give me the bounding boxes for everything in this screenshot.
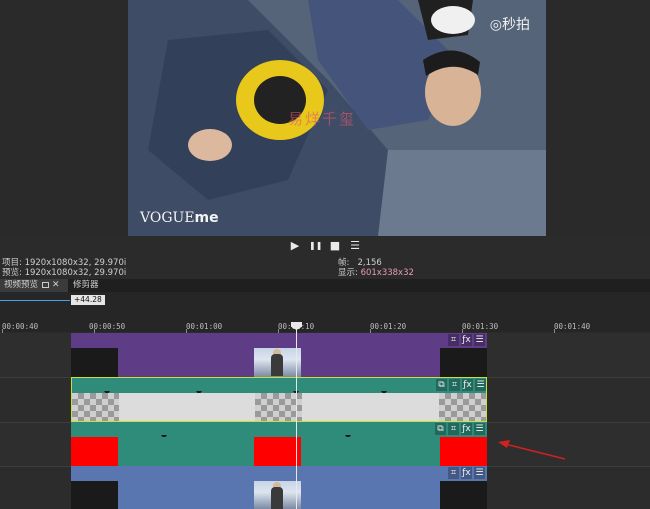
- clip-body[interactable]: [72, 393, 486, 421]
- fx-icon[interactable]: ƒx: [461, 423, 472, 435]
- clip-header[interactable]: ⧉ ⌗ ƒx ☰: [72, 378, 486, 395]
- clip-header-icons: ⌗ ƒx ☰: [448, 334, 485, 346]
- crop-icon[interactable]: ⌗: [448, 334, 459, 346]
- clip-header-icons: ⧉ ⌗ ƒx ☰: [436, 379, 486, 391]
- frame-value: 2,156: [357, 258, 382, 268]
- red-segment: [71, 437, 118, 466]
- video-preview-frame: ◎秒拍 易烊千玺 VOGUEme: [128, 0, 546, 236]
- project-value: 1920x1080x32, 29.970i: [24, 258, 127, 268]
- pan-crop-icon[interactable]: ⧉: [435, 423, 446, 435]
- crop-icon[interactable]: ⌗: [448, 467, 459, 479]
- play-button[interactable]: ▶: [289, 239, 301, 253]
- project-info: 项目: 1920x1080x32, 29.970i 预览: 1920x1080x…: [2, 258, 126, 278]
- clip-header[interactable]: ⧉ ⌗ ƒx ☰: [71, 422, 487, 439]
- ruler-label: 00:01:30: [462, 322, 499, 331]
- transparent-segment: [439, 393, 486, 421]
- transport-controls: ▶ ❚❚ ■ ☰: [0, 236, 650, 256]
- menu-icon[interactable]: ☰: [474, 467, 485, 479]
- panel-tab-bar: 视频预览 ✕ 修剪器: [0, 279, 650, 292]
- black-segment: [71, 348, 118, 377]
- overlay-caption: 易烊千玺: [288, 110, 357, 128]
- tab-video-preview[interactable]: 视频预览 ✕: [0, 279, 68, 292]
- black-segment: [71, 481, 118, 509]
- crop-icon[interactable]: ⌗: [449, 379, 460, 391]
- clip-header[interactable]: ⌗ ƒx ☰: [71, 466, 487, 481]
- clip-thumbnail: [254, 481, 301, 509]
- video-event-blue[interactable]: ⌗ ƒx ☰: [71, 466, 487, 509]
- video-event-green[interactable]: ⧉ ⌗ ƒx ☰: [71, 422, 487, 466]
- display-label: 显示:: [338, 268, 358, 278]
- tab-trimmer-label: 修剪器: [73, 280, 99, 290]
- fx-icon[interactable]: ƒx: [461, 334, 472, 346]
- red-segment: [254, 437, 301, 466]
- clip-header-icons: ⧉ ⌗ ƒx ☰: [435, 423, 485, 435]
- clip-thumbnail: [254, 348, 301, 377]
- video-event-purple[interactable]: ⌗ ƒx ☰: [71, 333, 487, 377]
- transparent-segment: [72, 393, 119, 421]
- fx-icon[interactable]: ƒx: [462, 379, 473, 391]
- cursor-position-badge: +44.28: [71, 295, 105, 305]
- black-segment: [440, 348, 487, 377]
- pause-button[interactable]: ❚❚: [309, 239, 322, 253]
- ruler-label: 00:01:00: [186, 322, 223, 331]
- video-event-selected[interactable]: ⧉ ⌗ ƒx ☰: [71, 377, 487, 422]
- black-segment: [440, 481, 487, 509]
- preview-label: 预览:: [2, 268, 22, 278]
- cursor-position-line: [0, 300, 70, 301]
- preview-menu-button[interactable]: ☰: [349, 239, 361, 253]
- tab-video-preview-label: 视频预览: [4, 280, 39, 290]
- transparent-segment: [255, 393, 302, 421]
- ruler-label: 00:00:40: [2, 322, 39, 331]
- undock-icon[interactable]: [42, 282, 50, 288]
- tab-trimmer[interactable]: 修剪器: [69, 279, 103, 292]
- red-segment: [440, 437, 487, 466]
- fx-icon[interactable]: ƒx: [461, 467, 472, 479]
- project-label: 项目:: [2, 258, 22, 268]
- pan-crop-icon[interactable]: ⧉: [436, 379, 447, 391]
- menu-icon[interactable]: ☰: [474, 423, 485, 435]
- logo-me: me: [194, 210, 219, 226]
- logo-vogue: VOGUE: [140, 210, 195, 226]
- ruler-label: 00:01:40: [554, 322, 591, 331]
- menu-icon[interactable]: ☰: [474, 334, 485, 346]
- frame-label: 帧:: [338, 258, 350, 268]
- frame-info: 帧: 2,156 显示: 601x338x32: [338, 258, 414, 278]
- stop-button[interactable]: ■: [329, 239, 341, 253]
- playhead-line[interactable]: [296, 328, 297, 509]
- clip-header[interactable]: ⌗ ƒx ☰: [71, 333, 487, 348]
- close-icon[interactable]: ✕: [52, 280, 60, 290]
- crop-icon[interactable]: ⌗: [448, 423, 459, 435]
- menu-icon[interactable]: ☰: [475, 379, 486, 391]
- clip-body[interactable]: [71, 437, 487, 466]
- preview-value: 1920x1080x32, 29.970i: [24, 268, 127, 278]
- clip-header-icons: ⌗ ƒx ☰: [448, 467, 485, 479]
- display-value: 601x338x32: [360, 268, 414, 278]
- ruler-label: 00:01:20: [370, 322, 407, 331]
- vogue-me-logo: VOGUEme: [140, 210, 219, 226]
- miaopai-watermark: ◎秒拍: [489, 17, 530, 33]
